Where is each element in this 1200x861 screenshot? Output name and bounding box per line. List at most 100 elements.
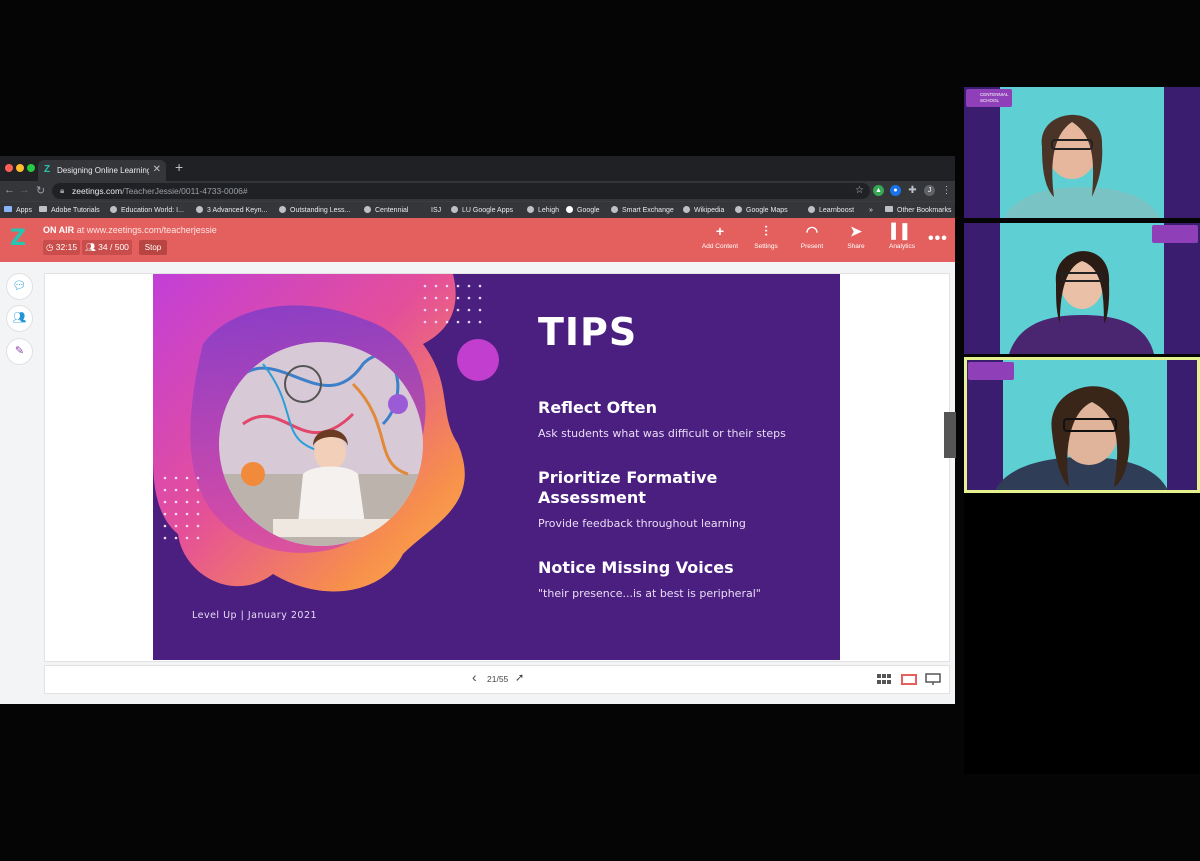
stop-button[interactable]: Stop (139, 240, 167, 255)
bookmark-item[interactable]: Outstanding Less... (279, 204, 350, 217)
decor-dot (196, 524, 200, 528)
more-options-icon[interactable]: ••• (928, 230, 948, 248)
globe-icon (735, 206, 742, 213)
bookmark-label: Smart Exchange (622, 207, 674, 214)
bookmark-item[interactable]: LU Google Apps (451, 204, 513, 217)
support-tab[interactable]: Support (938, 412, 956, 458)
bookmark-item[interactable]: Smart Exchange (611, 204, 674, 217)
other-bookmarks-folder[interactable]: Other Bookmarks (885, 204, 951, 217)
new-tab-button[interactable]: + (175, 159, 183, 175)
decor-dot (163, 536, 167, 540)
settings-button[interactable]: ⫶ Settings (743, 222, 789, 260)
browser-toolbar: ← → ↻ 🔒︎ zeetings.com/TeacherJessie/0011… (0, 181, 955, 201)
send-icon: ➤ (850, 223, 862, 239)
browser-tab[interactable]: Z Designing Online Learning Exp ✕ (38, 160, 166, 181)
minimize-window-button[interactable] (16, 164, 24, 172)
close-window-button[interactable] (5, 164, 13, 172)
decor-dot (185, 536, 189, 540)
address-bar[interactable]: 🔒︎ zeetings.com/TeacherJessie/0011-4733-… (52, 183, 870, 199)
chat-icon[interactable]: 💬︎ (6, 273, 33, 300)
extension-circle-icon[interactable]: ● (890, 185, 901, 196)
bookmark-item[interactable]: Education World: I... (110, 204, 184, 217)
decor-dot (478, 320, 482, 324)
decor-dot (163, 512, 167, 516)
pen-icon[interactable]: ✎ (6, 338, 33, 365)
present-button[interactable]: ◠ Present (789, 222, 835, 260)
decor-dot (456, 308, 460, 312)
participant-figure (1009, 251, 1154, 354)
bookmark-star-icon[interactable]: ☆ (855, 183, 864, 199)
decor-dot (185, 500, 189, 504)
forward-arrow-icon[interactable]: → (19, 184, 30, 196)
bar-chart-icon: ▍▌ (891, 223, 913, 239)
bookmark-label: Google (577, 207, 600, 214)
share-button[interactable]: ➤ Share (833, 222, 879, 260)
attendee-count-chip: 👥︎ 34 / 500 (82, 240, 132, 255)
bookmark-label: Lehigh (538, 207, 560, 214)
decor-dot (196, 500, 200, 504)
participant-video-2[interactable] (964, 223, 1200, 354)
browser-menu-icon[interactable]: ⋮ (941, 185, 952, 196)
previous-slide-icon[interactable]: ‹ (472, 669, 477, 685)
bookmark-item[interactable]: Lehigh (527, 204, 559, 217)
google-icon (566, 206, 573, 213)
decor-dot (185, 488, 189, 492)
extensions-puzzle-icon[interactable]: ✚ (907, 185, 918, 196)
globe-icon (451, 206, 458, 213)
participant-video-1[interactable]: CENTENNIAL SCHOOL (964, 87, 1200, 218)
bookmark-item[interactable]: ISJ (431, 204, 441, 217)
tip-body: "their presence...is at best is peripher… (538, 587, 761, 600)
reload-icon[interactable]: ↻ (36, 184, 45, 197)
decor-dot (423, 308, 427, 312)
bookmark-label: LU Google Apps (462, 207, 513, 214)
decor-dot (445, 320, 449, 324)
bookmark-item[interactable]: Centennial (364, 204, 408, 217)
bookmark-label: Apps (16, 207, 32, 214)
apps-grid-icon (4, 206, 12, 212)
bookmark-item[interactable]: Google Maps (735, 204, 788, 217)
bookmark-label: Adobe Tutorials (51, 207, 100, 214)
presenter-view-icon[interactable] (925, 672, 941, 685)
pointer-cursor-icon[interactable]: ➚ (515, 671, 524, 684)
close-tab-icon[interactable]: ✕ (153, 164, 161, 175)
decor-dot (423, 284, 427, 288)
browser-window: Z Designing Online Learning Exp ✕ + ← → … (0, 156, 956, 704)
decor-dot (174, 512, 178, 516)
analytics-button[interactable]: ▍▌ Analytics (879, 222, 925, 260)
add-content-label: Add Content (701, 243, 739, 250)
maximize-window-button[interactable] (27, 164, 35, 172)
decor-dot (185, 524, 189, 528)
zeetings-logo-icon[interactable]: Z (10, 228, 30, 250)
bookmark-item[interactable]: Apps (4, 204, 32, 217)
grid-view-icon[interactable] (877, 672, 892, 684)
bookmark-item[interactable]: Google (566, 204, 600, 217)
participant-video-active[interactable] (964, 357, 1200, 493)
bookmark-item[interactable]: Adobe Tutorials (39, 204, 100, 217)
decor-dot (423, 320, 427, 324)
participants-icon[interactable]: 👥︎ (6, 305, 33, 332)
sliders-icon: ⫶ (764, 223, 768, 239)
bookmark-item[interactable]: Wikipedia (683, 204, 724, 217)
participant-figure (1004, 114, 1160, 218)
more-bookmarks-button[interactable]: » (869, 204, 873, 217)
decor-dot (185, 512, 189, 516)
back-arrow-icon[interactable]: ← (4, 184, 15, 196)
participant-figure (995, 386, 1168, 490)
decor-dot (185, 476, 189, 480)
clock-icon: ◷ (46, 242, 54, 252)
bookmark-item[interactable]: Learnboost (808, 204, 854, 217)
globe-icon (611, 206, 618, 213)
decor-dot (174, 524, 178, 528)
zeetings-favicon-icon: Z (44, 164, 51, 175)
profile-avatar[interactable]: J (924, 185, 935, 196)
bookmark-label: Google Maps (746, 207, 788, 214)
tip-heading: Reflect Often (538, 398, 658, 417)
folder-icon (39, 206, 47, 212)
drive-extension-icon[interactable]: ▲ (873, 185, 884, 196)
support-label: Support (937, 422, 944, 444)
add-content-button[interactable]: + Add Content (697, 222, 743, 260)
globe-icon (364, 206, 371, 213)
bookmark-item[interactable]: 3 Advanced Keyn... (196, 204, 267, 217)
decor-dot (478, 284, 482, 288)
single-slide-view-icon[interactable] (901, 672, 917, 685)
